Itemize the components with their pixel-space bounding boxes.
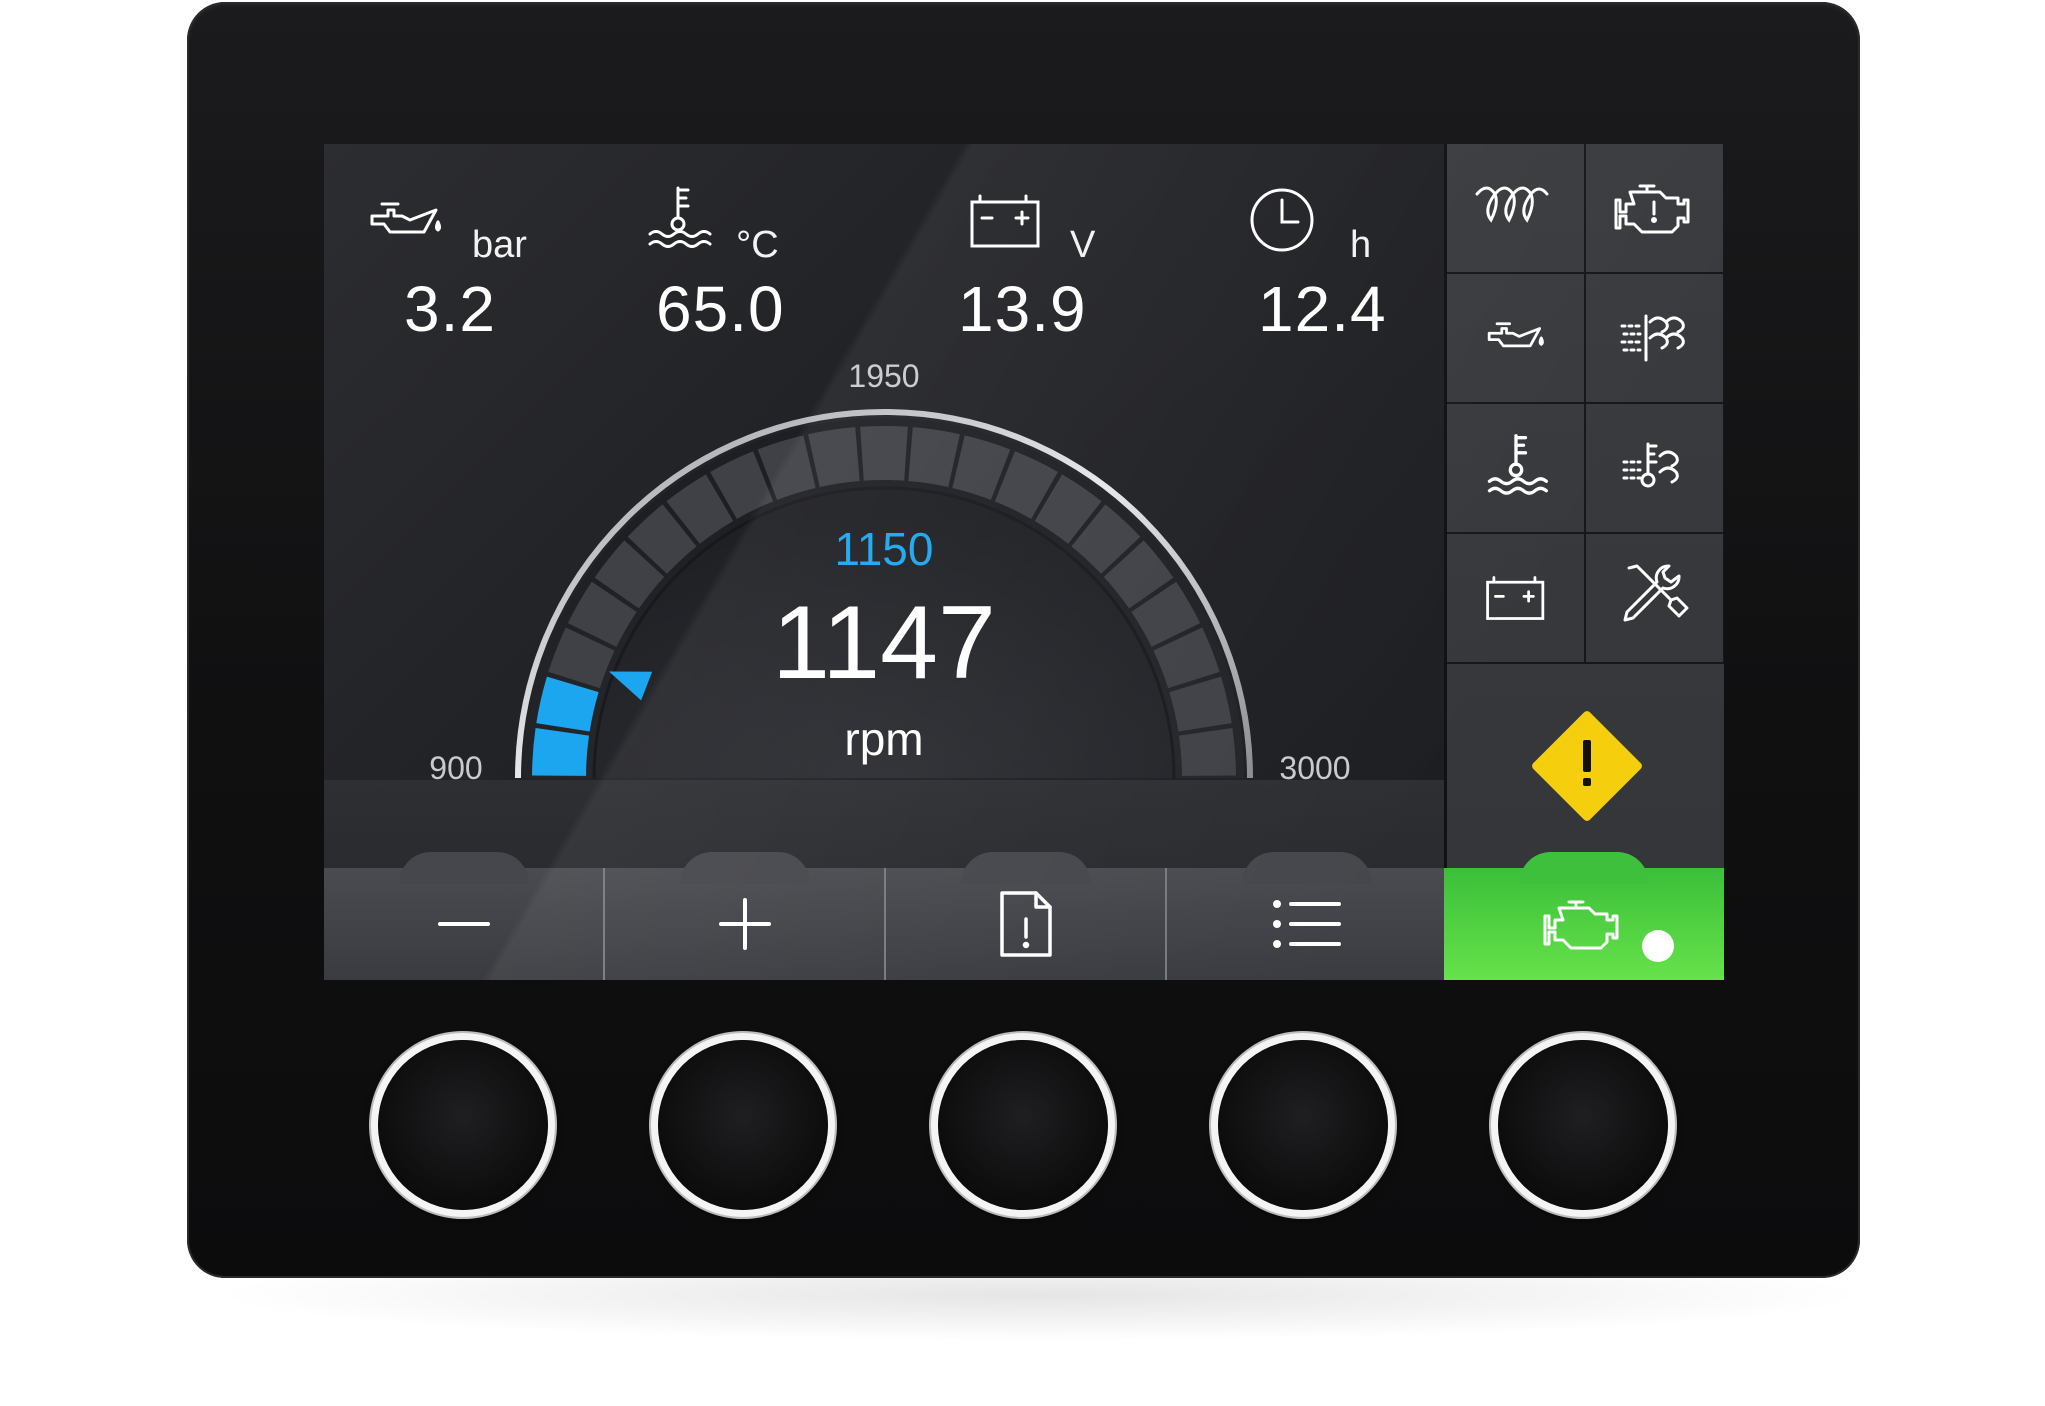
engine-status-dot bbox=[1642, 930, 1674, 962]
rpm-value: 1147 bbox=[772, 585, 996, 701]
softkey-menu[interactable] bbox=[1167, 852, 1448, 980]
screen: bar 3.2 °C 65.0 V 13.9 h 12.4 900 3000 1… bbox=[324, 144, 1724, 980]
gauge-segment bbox=[532, 727, 590, 776]
rpm-setpoint: 1150 bbox=[834, 523, 934, 575]
oil-pressure-icon bbox=[1487, 322, 1544, 348]
gauge-top-label: 1950 bbox=[848, 358, 920, 394]
plus-icon bbox=[718, 898, 771, 950]
main-area: bar 3.2 °C 65.0 V 13.9 h 12.4 900 3000 1… bbox=[324, 144, 1444, 870]
softkey-tab bbox=[679, 852, 810, 884]
indicator-air-filter bbox=[1586, 274, 1724, 404]
engine-running-icon bbox=[1543, 900, 1619, 950]
menu-list-icon bbox=[1272, 900, 1341, 948]
softkey-minus[interactable] bbox=[324, 852, 605, 980]
indicator-oil-pressure bbox=[1447, 274, 1586, 404]
rpm-unit: rpm bbox=[844, 713, 924, 765]
softkey-plus[interactable] bbox=[605, 852, 886, 980]
check-engine-icon bbox=[1614, 184, 1689, 234]
warning-area bbox=[1447, 664, 1724, 868]
battery-icon bbox=[1485, 576, 1544, 620]
service-tools-icon bbox=[1623, 564, 1688, 622]
coolant-temperature-icon bbox=[1487, 434, 1548, 495]
hardware-button-5[interactable] bbox=[1498, 1040, 1668, 1210]
hardware-button-2[interactable] bbox=[658, 1040, 828, 1210]
gauge-segment bbox=[1178, 727, 1236, 776]
softkey-bar bbox=[324, 852, 1724, 980]
softkey-tab bbox=[1241, 852, 1372, 884]
softkey-tab bbox=[398, 852, 529, 884]
softkey-tab bbox=[960, 852, 1091, 884]
air-filter-icon bbox=[1620, 314, 1685, 362]
hardware-button-3[interactable] bbox=[938, 1040, 1108, 1210]
softkey-tab bbox=[1519, 852, 1649, 884]
hardware-button-1[interactable] bbox=[378, 1040, 548, 1210]
indicator-coolant-temperature bbox=[1447, 404, 1586, 534]
hardware-button-4[interactable] bbox=[1218, 1040, 1388, 1210]
gauge-segment bbox=[860, 425, 908, 481]
indicator-check-engine bbox=[1586, 144, 1724, 274]
softkey-engine[interactable] bbox=[1444, 852, 1724, 980]
glow-plug-icon bbox=[1475, 186, 1548, 223]
alarm-document-icon bbox=[999, 891, 1052, 957]
indicator-panel bbox=[1444, 144, 1724, 868]
indicator-battery bbox=[1447, 534, 1586, 664]
indicator-intake-air-temperature bbox=[1586, 404, 1724, 534]
minus-icon bbox=[437, 922, 490, 926]
indicator-glow-plug bbox=[1447, 144, 1586, 274]
warning-diamond-icon bbox=[1532, 711, 1642, 821]
indicator-service bbox=[1586, 534, 1724, 664]
softkey-alarm-log[interactable] bbox=[886, 852, 1167, 980]
intake-air-temperature-icon bbox=[1622, 442, 1679, 488]
